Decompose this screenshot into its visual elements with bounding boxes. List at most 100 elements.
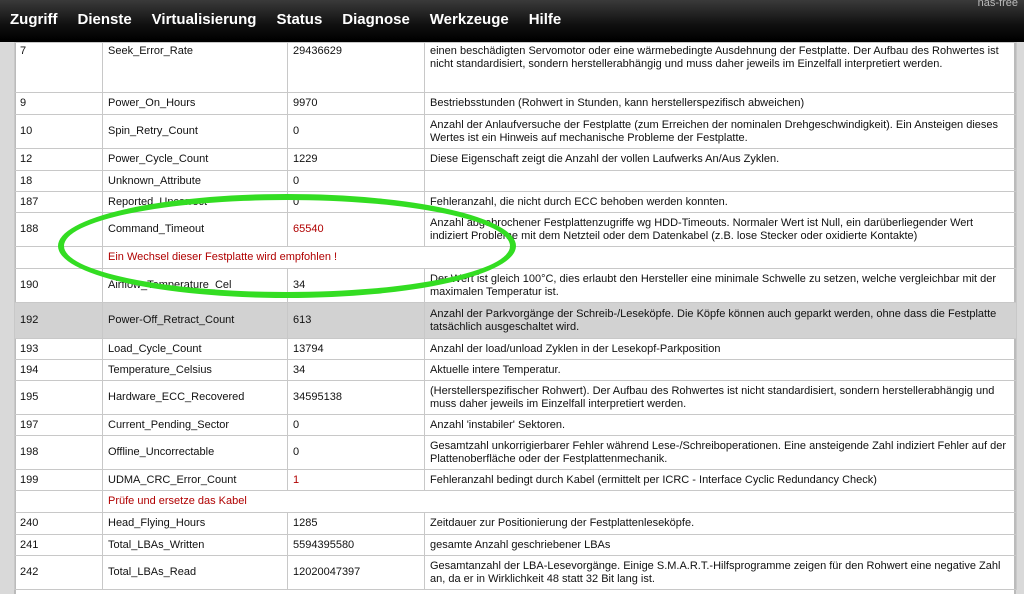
nav-zugriff[interactable]: Zugriff (0, 0, 67, 40)
nav-dienste[interactable]: Dienste (67, 0, 141, 40)
attr-id: 188 (14, 212, 103, 247)
attr-raw-value: 34 (287, 268, 425, 303)
attr-id: 195 (14, 380, 103, 415)
attr-id: 9 (14, 92, 103, 115)
main-nav: Zugriff Dienste Virtualisierung Status D… (0, 0, 571, 40)
warning-check-cable: Prüfe und ersetze das Kabel (102, 490, 1017, 513)
attr-name: Total_LBAs_Written (102, 534, 288, 556)
attr-raw-value: 0 (287, 191, 425, 213)
attr-name: Head_Flying_Hours (102, 512, 288, 535)
attr-id: 194 (14, 359, 103, 381)
table-row: 7 Seek_Error_Rate 29436629 einen beschäd… (14, 42, 1017, 93)
attr-raw-value: 13794 (287, 338, 425, 360)
nav-virtualisierung[interactable]: Virtualisierung (142, 0, 267, 40)
attr-name: Power_Cycle_Count (102, 148, 288, 171)
attr-name: Hardware_ECC_Recovered (102, 380, 288, 415)
attr-raw-value: 29436629 (287, 42, 425, 93)
attr-id: 190 (14, 268, 103, 303)
smart-attributes-table: 7 Seek_Error_Rate 29436629 einen beschäd… (14, 42, 1017, 590)
table-row: 12 Power_Cycle_Count 1229 Diese Eigensch… (14, 148, 1017, 171)
attr-id: 199 (14, 469, 103, 491)
warning-row: Ein Wechsel dieser Festplatte wird empfo… (14, 246, 1017, 269)
empty-cell (14, 246, 103, 269)
attr-id: 192 (14, 302, 103, 339)
table-row: 241 Total_LBAs_Written 5594395580 gesamt… (14, 534, 1017, 556)
table-row: 18 Unknown_Attribute 0 (14, 170, 1017, 192)
table-row: 240 Head_Flying_Hours 1285 Zeitdauer zur… (14, 512, 1017, 535)
attr-description: Diese Eigenschaft zeigt die Anzahl der v… (424, 148, 1017, 171)
table-row: 194 Temperature_Celsius 34 Aktuelle inte… (14, 359, 1017, 381)
attr-raw-value: 65540 (287, 212, 425, 247)
attr-raw-value: 1285 (287, 512, 425, 535)
attr-id: 240 (14, 512, 103, 535)
attr-id: 241 (14, 534, 103, 556)
attr-raw-value: 1229 (287, 148, 425, 171)
attr-raw-value: 34595138 (287, 380, 425, 415)
attr-raw-value: 0 (287, 435, 425, 470)
attr-description: Gesamtanzahl der LBA-Lesevorgänge. Einig… (424, 555, 1017, 590)
table-row: 9 Power_On_Hours 9970 Bestriebsstunden (… (14, 92, 1017, 115)
attr-description: Aktuelle intere Temperatur. (424, 359, 1017, 381)
attr-raw-value: 5594395580 (287, 534, 425, 556)
attr-description: Anzahl der load/unload Zyklen in der Les… (424, 338, 1017, 360)
attr-description: einen beschädigten Servomotor oder eine … (424, 42, 1017, 93)
empty-cell (14, 490, 103, 513)
attr-description (424, 170, 1017, 192)
table-row: 188 Command_Timeout 65540 Anzahl abgebro… (14, 212, 1017, 247)
attr-name: Total_LBAs_Read (102, 555, 288, 590)
table-row: 199 UDMA_CRC_Error_Count 1 Fehleranzahl … (14, 469, 1017, 491)
attr-id: 12 (14, 148, 103, 171)
attr-name: Unknown_Attribute (102, 170, 288, 192)
table-row: 198 Offline_Uncorrectable 0 Gesamtzahl u… (14, 435, 1017, 470)
attr-description: Gesamtzahl unkorrigierbarer Fehler währe… (424, 435, 1017, 470)
attr-id: 7 (14, 42, 103, 93)
attr-raw-value: 613 (287, 302, 425, 339)
attr-id: 198 (14, 435, 103, 470)
nav-werkzeuge[interactable]: Werkzeuge (420, 0, 519, 40)
attr-name: Seek_Error_Rate (102, 42, 288, 93)
top-menu-bar: Zugriff Dienste Virtualisierung Status D… (0, 0, 1024, 42)
hostname-label: nas-free (977, 0, 1018, 9)
attr-description: Der Wert ist gleich 100°C, dies erlaubt … (424, 268, 1017, 303)
attr-raw-value: 12020047397 (287, 555, 425, 590)
attr-raw-value: 1 (287, 469, 425, 491)
attr-raw-value: 0 (287, 114, 425, 149)
table-row: 190 Airflow_Temperature_Cel 34 Der Wert … (14, 268, 1017, 303)
table-row: 197 Current_Pending_Sector 0 Anzahl 'ins… (14, 414, 1017, 436)
table-row: 242 Total_LBAs_Read 12020047397 Gesamtan… (14, 555, 1017, 590)
attr-name: UDMA_CRC_Error_Count (102, 469, 288, 491)
attr-description: Anzahl der Anlaufversuche der Festplatte… (424, 114, 1017, 149)
attr-description: Fehleranzahl, die nicht durch ECC behobe… (424, 191, 1017, 213)
attr-raw-value: 0 (287, 414, 425, 436)
attr-name: Airflow_Temperature_Cel (102, 268, 288, 303)
attr-description: Fehleranzahl bedingt durch Kabel (ermitt… (424, 469, 1017, 491)
table-row: 193 Load_Cycle_Count 13794 Anzahl der lo… (14, 338, 1017, 360)
table-row: 187 Reported_Uncorrect 0 Fehleranzahl, d… (14, 191, 1017, 213)
attr-id: 193 (14, 338, 103, 360)
attr-description: gesamte Anzahl geschriebener LBAs (424, 534, 1017, 556)
table-row: 195 Hardware_ECC_Recovered 34595138 (Her… (14, 380, 1017, 415)
attr-name: Power_On_Hours (102, 92, 288, 115)
table-row: 10 Spin_Retry_Count 0 Anzahl der Anlaufv… (14, 114, 1017, 149)
attr-id: 197 (14, 414, 103, 436)
attr-name: Offline_Uncorrectable (102, 435, 288, 470)
attr-name: Load_Cycle_Count (102, 338, 288, 360)
table-row-highlighted: 192 Power-Off_Retract_Count 613 Anzahl d… (14, 302, 1017, 339)
attr-description: Zeitdauer zur Positionierung der Festpla… (424, 512, 1017, 535)
attr-name: Power-Off_Retract_Count (102, 302, 288, 339)
warning-row: Prüfe und ersetze das Kabel (14, 490, 1017, 513)
nav-hilfe[interactable]: Hilfe (519, 0, 572, 40)
nav-diagnose[interactable]: Diagnose (332, 0, 420, 40)
attr-description: Anzahl der Parkvorgänge der Schreib-/Les… (424, 302, 1017, 339)
attr-description: Bestriebsstunden (Rohwert in Stunden, ka… (424, 92, 1017, 115)
attr-id: 10 (14, 114, 103, 149)
attr-description: Anzahl abgebrochener Festplattenzugriffe… (424, 212, 1017, 247)
warning-replace-disk: Ein Wechsel dieser Festplatte wird empfo… (102, 246, 1017, 269)
attr-raw-value: 34 (287, 359, 425, 381)
nav-status[interactable]: Status (266, 0, 332, 40)
attr-id: 18 (14, 170, 103, 192)
attr-name: Temperature_Celsius (102, 359, 288, 381)
attr-name: Current_Pending_Sector (102, 414, 288, 436)
attr-name: Spin_Retry_Count (102, 114, 288, 149)
attr-name: Reported_Uncorrect (102, 191, 288, 213)
